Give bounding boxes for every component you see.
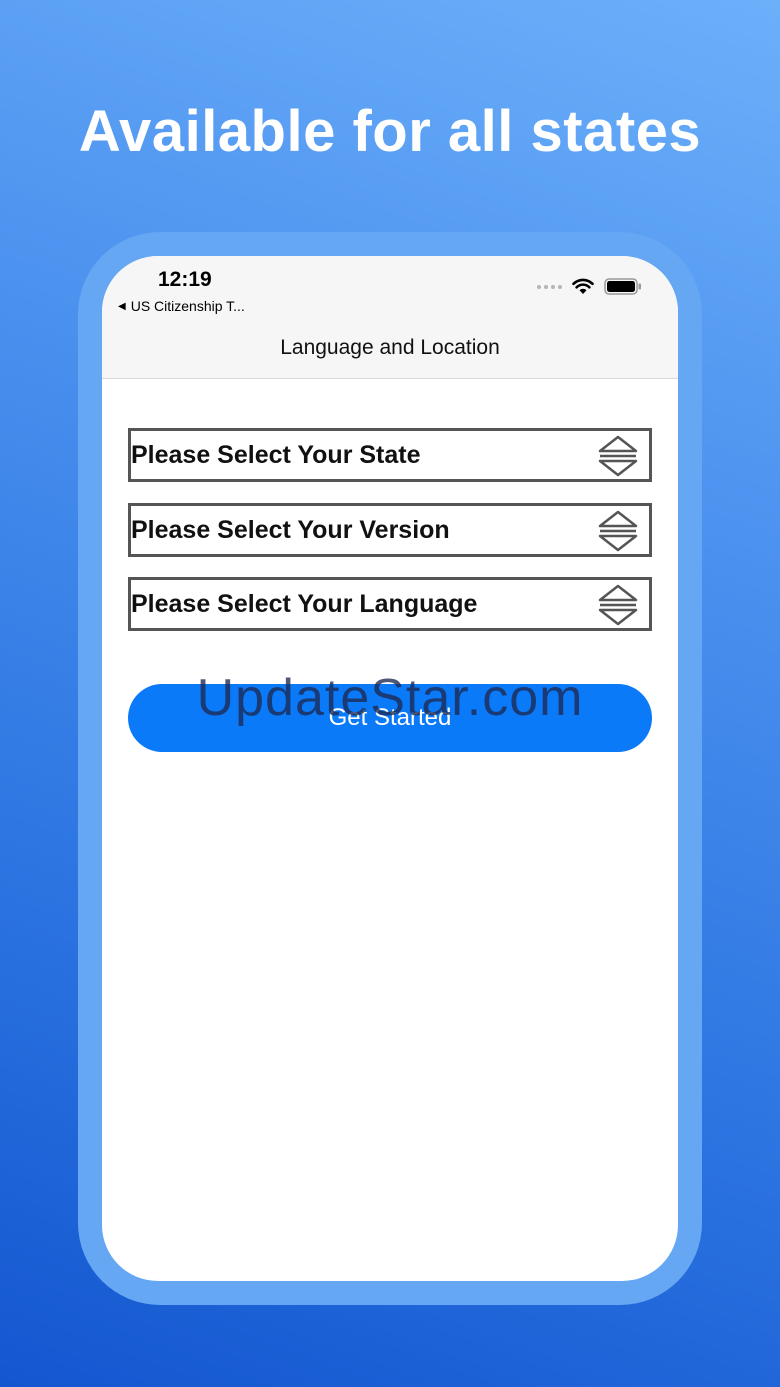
navigation-header: 12:19 ◀ US Citizenship T... Language and… xyxy=(102,256,678,379)
status-icons xyxy=(537,278,642,295)
status-time: 12:19 xyxy=(158,268,212,291)
get-started-button[interactable]: Get Started xyxy=(128,684,652,752)
signal-dots-icon xyxy=(537,284,562,289)
language-select-label: Please Select Your Language xyxy=(131,589,478,618)
wifi-icon xyxy=(572,278,594,294)
back-to-app-link[interactable]: ◀ US Citizenship T... xyxy=(118,298,245,314)
nav-title: Language and Location xyxy=(280,336,500,359)
promo-headline: Available for all states xyxy=(78,99,702,164)
phone-screen: 12:19 ◀ US Citizenship T... Language and… xyxy=(102,256,678,1281)
up-down-chevron-icon xyxy=(598,510,638,552)
back-triangle-icon: ◀ xyxy=(118,300,126,312)
version-select-label: Please Select Your Version xyxy=(131,515,450,544)
state-select-label: Please Select Your State xyxy=(131,440,421,469)
up-down-chevron-icon xyxy=(598,435,638,477)
back-app-label: US Citizenship T... xyxy=(130,298,245,314)
state-select[interactable]: Please Select Your State xyxy=(128,428,652,482)
version-select[interactable]: Please Select Your Version xyxy=(128,503,652,557)
up-down-chevron-icon xyxy=(598,584,638,626)
language-select[interactable]: Please Select Your Language xyxy=(128,577,652,631)
battery-icon xyxy=(604,278,641,295)
